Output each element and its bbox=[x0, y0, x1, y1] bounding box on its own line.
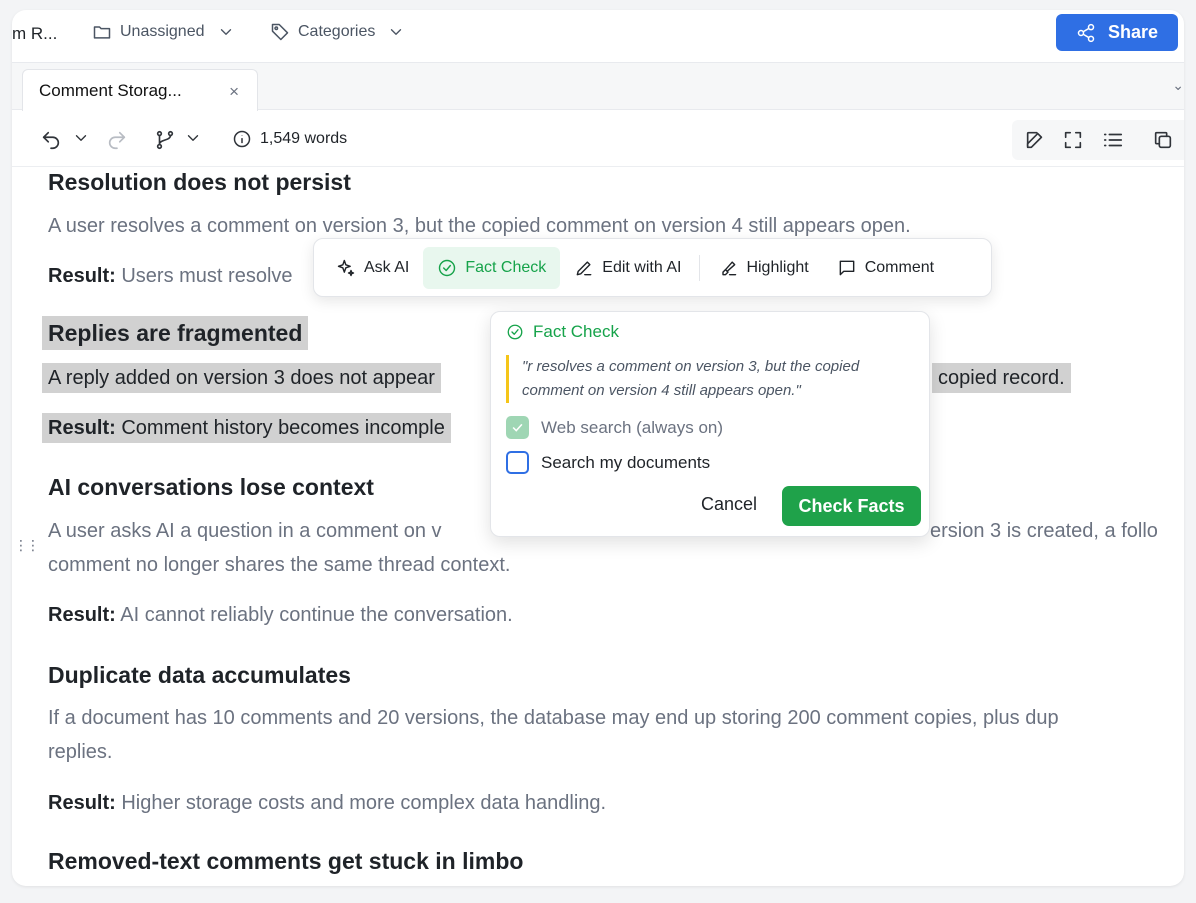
redo-icon[interactable] bbox=[106, 129, 128, 156]
chevron-down-icon bbox=[391, 29, 402, 35]
highlighter-icon bbox=[722, 260, 737, 275]
paragraph-replies-a: A reply added on version 3 does not appe… bbox=[42, 363, 441, 393]
paragraph-duplicate-2: replies. bbox=[48, 741, 113, 763]
paragraph-ai-1a: A user asks AI a question in a comment o… bbox=[48, 520, 442, 542]
word-count-label: 1,549 words bbox=[260, 130, 348, 147]
paragraph-replies-b: copied record. bbox=[932, 363, 1071, 393]
highlight-label: Highlight bbox=[746, 258, 809, 276]
selection-toolbar: Ask AI Fact Check Edit with AI Highlight… bbox=[313, 238, 992, 297]
fullscreen-icon[interactable] bbox=[1062, 129, 1084, 156]
check-circle-icon bbox=[439, 259, 456, 276]
document-title[interactable]: m R... bbox=[12, 24, 57, 44]
assignee-label: Unassigned bbox=[120, 23, 205, 40]
popover-title-label: Fact Check bbox=[533, 322, 619, 341]
share-label: Share bbox=[1107, 22, 1159, 42]
web-search-option: Web search (always on) bbox=[506, 416, 723, 439]
tag-icon bbox=[271, 23, 289, 41]
assignee-dropdown[interactable]: Unassigned bbox=[92, 22, 235, 42]
fact-check-label: Fact Check bbox=[465, 258, 547, 276]
comment-button[interactable]: Comment bbox=[823, 247, 948, 289]
folder-icon bbox=[93, 26, 111, 39]
heading-replies: Replies are fragmented bbox=[42, 316, 309, 350]
fact-check-button[interactable]: Fact Check bbox=[423, 246, 561, 289]
checkmark-icon bbox=[512, 423, 523, 432]
result-resolution: Result: Users must resolve bbox=[48, 265, 293, 288]
heading-resolution: Resolution does not persist bbox=[48, 169, 351, 195]
result-text: Comment history becomes incomple bbox=[115, 417, 445, 439]
chevron-down-icon bbox=[220, 29, 231, 35]
result-label: Result: bbox=[48, 265, 116, 287]
paragraph-replies-tail: copied record. bbox=[932, 363, 1071, 393]
result-label: Result: bbox=[48, 792, 116, 814]
selected-quote: "r resolves a comment on version 3, but … bbox=[506, 355, 916, 403]
paragraph-replies: A reply added on version 3 does not appe… bbox=[42, 363, 441, 393]
outline-list-icon[interactable] bbox=[1102, 129, 1124, 156]
check-circle-icon bbox=[507, 324, 523, 340]
highlight-button[interactable]: Highlight bbox=[704, 247, 822, 289]
result-ai: Result: AI cannot reliably continue the … bbox=[48, 604, 513, 627]
heading-removed-text: Removed-text comments get stuck in limbo bbox=[48, 848, 524, 874]
paragraph-ai-2: comment no longer shares the same thread… bbox=[48, 554, 511, 576]
top-bar: m R... Unassigned Categories Share bbox=[12, 10, 1184, 62]
popover-title: Fact Check bbox=[506, 322, 619, 342]
check-facts-button[interactable]: Check Facts bbox=[782, 486, 921, 526]
word-count[interactable]: 1,549 words bbox=[232, 129, 347, 149]
edit-with-ai-button[interactable]: Edit with AI bbox=[560, 247, 695, 289]
search-documents-option[interactable]: Search my documents bbox=[506, 451, 710, 474]
paragraph-resolution: A user resolves a comment on version 3, … bbox=[48, 215, 911, 237]
heading-ai-context: AI conversations lose context bbox=[48, 474, 374, 500]
cancel-button[interactable]: Cancel bbox=[701, 494, 757, 515]
close-icon[interactable]: × bbox=[229, 82, 239, 102]
chevron-down-icon[interactable] bbox=[184, 129, 202, 152]
sparkles-icon bbox=[337, 259, 355, 276]
search-documents-label: Search my documents bbox=[541, 452, 711, 472]
heading-duplicate: Duplicate data accumulates bbox=[48, 662, 351, 688]
edit-icon[interactable] bbox=[1024, 129, 1046, 156]
fact-check-popover: Fact Check "r resolves a comment on vers… bbox=[490, 311, 930, 537]
tab-comment-storage[interactable]: Comment Storag... × bbox=[22, 69, 258, 112]
branch-icon[interactable] bbox=[154, 129, 176, 156]
share-button[interactable]: Share bbox=[1056, 14, 1178, 51]
web-search-label: Web search (always on) bbox=[541, 417, 724, 437]
chevron-down-icon[interactable] bbox=[72, 129, 90, 152]
paragraph-duplicate-1: If a document has 10 comments and 20 ver… bbox=[48, 707, 1059, 729]
info-icon bbox=[233, 130, 251, 148]
result-text: Higher storage costs and more complex da… bbox=[115, 792, 607, 814]
web-search-checkbox bbox=[506, 416, 529, 439]
share-icon bbox=[1077, 23, 1095, 42]
result-duplicate: Result: Higher storage costs and more co… bbox=[48, 792, 606, 815]
pencil-icon bbox=[576, 260, 592, 275]
categories-dropdown[interactable]: Categories bbox=[270, 22, 405, 42]
result-replies: Result: Comment history becomes incomple bbox=[42, 413, 451, 443]
result-label: Result: bbox=[48, 417, 116, 439]
result-label: Result: bbox=[48, 604, 116, 626]
tab-bar: Comment Storag... × ⌄ bbox=[12, 62, 1184, 112]
heading-replies-text: Replies are fragmented bbox=[42, 316, 309, 350]
comment-label: Comment bbox=[864, 258, 935, 276]
editor-toolbar: 1,549 words bbox=[12, 111, 1184, 167]
result-text: Users must resolve bbox=[115, 265, 293, 287]
ask-ai-button[interactable]: Ask AI bbox=[322, 247, 423, 289]
undo-icon[interactable] bbox=[40, 129, 62, 156]
categories-label: Categories bbox=[298, 23, 376, 40]
toolbar-divider bbox=[699, 254, 701, 281]
tab-label: Comment Storag... bbox=[39, 81, 182, 100]
ask-ai-label: Ask AI bbox=[364, 258, 410, 276]
drag-handle-icon[interactable]: ⋮⋮ bbox=[14, 537, 40, 554]
result-text: AI cannot reliably continue the conversa… bbox=[115, 604, 513, 626]
copy-icon[interactable] bbox=[1152, 129, 1174, 156]
edit-with-ai-label: Edit with AI bbox=[602, 258, 682, 276]
paragraph-ai-1b: ersion 3 is created, a follo bbox=[930, 520, 1158, 542]
tab-overflow-icon[interactable]: ⌄ bbox=[1172, 77, 1184, 94]
search-documents-checkbox[interactable] bbox=[506, 451, 529, 474]
comment-icon bbox=[839, 260, 855, 275]
